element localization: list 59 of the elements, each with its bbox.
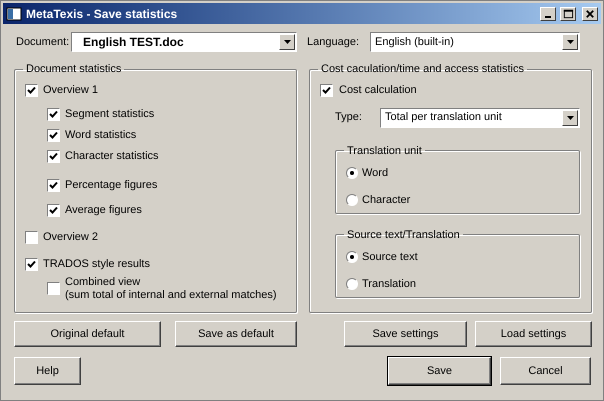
dropdown-field[interactable]: English (built-in)	[370, 32, 580, 52]
radio-label[interactable]: Translation	[362, 276, 416, 292]
checkbox[interactable]	[25, 84, 38, 97]
field-label: Document:	[16, 34, 70, 50]
checkbox-label[interactable]: Character statistics	[65, 148, 159, 165]
field-label: Type:	[335, 110, 363, 126]
maximize-button[interactable]	[560, 6, 576, 20]
radio-button[interactable]	[346, 251, 358, 263]
dropdown-field[interactable]: Total per translation unit	[380, 108, 580, 128]
checkbox-label[interactable]: Cost calculation	[338, 82, 418, 99]
group-title: Source text/Translation	[346, 228, 461, 242]
radio-button[interactable]	[346, 167, 358, 179]
checkbox-label[interactable]: Percentage figures	[65, 177, 158, 194]
checkbox-note: (sum total of internal and external matches)	[65, 288, 277, 302]
checkbox[interactable]	[47, 179, 60, 192]
radio-button[interactable]	[346, 278, 358, 290]
checkbox[interactable]	[25, 231, 38, 244]
minimize-icon	[545, 16, 551, 18]
dropdown-button[interactable]	[562, 34, 578, 50]
checkbox[interactable]	[47, 129, 60, 142]
checkbox[interactable]	[47, 108, 60, 121]
caret-icon	[566, 116, 574, 120]
button[interactable]: Save as default	[175, 321, 297, 347]
button[interactable]: Original default	[14, 321, 161, 347]
close-button[interactable]	[582, 6, 598, 20]
radio-label[interactable]: Character	[362, 192, 410, 208]
radio-label[interactable]: Word	[362, 164, 388, 182]
checkbox-label[interactable]: Overview 1	[43, 82, 98, 99]
checkbox[interactable]	[320, 84, 333, 97]
minimize-button[interactable]	[540, 6, 556, 20]
checkbox-label[interactable]: TRADOS style results	[43, 256, 150, 273]
checkbox[interactable]	[25, 258, 38, 271]
caret-icon	[566, 40, 574, 44]
group-title: Cost caculation/time and access statistics	[320, 62, 525, 77]
checkbox-label[interactable]: Overview 2	[43, 229, 98, 246]
field-label: Language:	[307, 34, 360, 50]
checkbox-label[interactable]: Average figures	[65, 202, 142, 219]
checkbox[interactable]	[47, 204, 60, 217]
app-icon	[6, 6, 22, 20]
group-title: Translation unit	[346, 144, 423, 158]
button[interactable]: Help	[14, 357, 81, 385]
caret-icon	[284, 40, 290, 44]
button[interactable]: Save settings	[344, 321, 467, 347]
dropdown-field[interactable]: English TEST.doc	[71, 32, 297, 52]
dropdown-button[interactable]	[562, 110, 578, 126]
button[interactable]: Load settings	[475, 321, 592, 347]
group-title: Document statistics	[25, 62, 122, 77]
dropdown-button[interactable]	[279, 34, 295, 50]
maximize-icon	[561, 8, 575, 20]
radio-button[interactable]	[346, 194, 358, 206]
button[interactable]: Save	[388, 357, 491, 385]
checkbox-label[interactable]: Word statistics	[65, 127, 136, 144]
checkbox-label[interactable]: Combined view	[65, 276, 277, 288]
radio-label[interactable]: Source text	[362, 248, 418, 266]
button[interactable]: Cancel	[500, 357, 591, 385]
checkbox[interactable]	[47, 150, 60, 163]
checkbox[interactable]	[47, 282, 60, 295]
checkbox-label[interactable]: Segment statistics	[65, 106, 154, 123]
window-title: MetaTexis - Save statistics	[26, 6, 178, 22]
